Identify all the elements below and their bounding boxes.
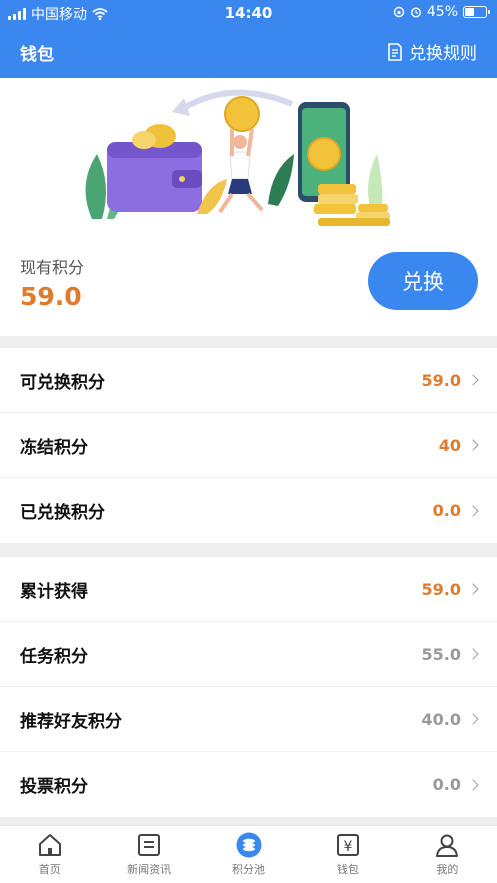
- row-label: 冻结积分: [20, 437, 88, 458]
- tab-profile[interactable]: 我的: [398, 826, 497, 883]
- row-label: 已兑换积分: [20, 503, 105, 523]
- home-icon: [38, 834, 61, 856]
- tab-wallet[interactable]: ¥ 钱包: [298, 826, 397, 883]
- svg-text:¥: ¥: [343, 839, 352, 855]
- status-right: 45%: [393, 4, 490, 20]
- tab-label: 新闻资讯: [127, 863, 172, 876]
- row-label: 可兑换积分: [20, 372, 105, 393]
- tab-home[interactable]: 首页: [0, 826, 99, 883]
- wallet-illustration: [85, 89, 390, 226]
- bottom-tab-bar: 首页 新闻资讯 积分池 ¥ 钱包 我的: [0, 825, 497, 883]
- list-item-referral-points[interactable]: 推荐好友积分 40.0: [0, 687, 497, 752]
- document-icon: [388, 42, 402, 61]
- exchange-rules-label: 兑换规则: [409, 44, 477, 64]
- chevron-right-icon: [467, 439, 479, 451]
- tab-label: 积分池: [232, 863, 266, 876]
- alarm-icon: [410, 7, 421, 18]
- row-value: 59.0: [421, 370, 461, 390]
- profile-icon: [436, 834, 459, 857]
- row-value: 55.0: [421, 644, 461, 664]
- row-value: 59.0: [421, 579, 461, 599]
- row-label: 累计获得: [20, 581, 88, 602]
- row-value: 0.0: [432, 501, 461, 520]
- row-label: 推荐好友积分: [20, 711, 122, 732]
- battery-icon: [463, 6, 490, 18]
- exchange-rules-button[interactable]: 兑换规则: [387, 39, 477, 64]
- list-item-exchanged[interactable]: 已兑换积分 0.0: [0, 478, 497, 543]
- nav-bar: 钱包 兑换规则: [0, 26, 497, 78]
- current-points-label: 现有积分: [20, 258, 85, 277]
- row-value: 40.0: [421, 709, 461, 729]
- tab-news[interactable]: 新闻资讯: [99, 826, 198, 883]
- exchange-button[interactable]: 兑换: [368, 252, 478, 310]
- tab-label: 钱包: [336, 863, 359, 876]
- tab-points-pool[interactable]: 积分池: [199, 826, 298, 883]
- points-pool-icon: [236, 832, 262, 858]
- list-item-frozen[interactable]: 冻结积分 40: [0, 413, 497, 478]
- chevron-right-icon: [467, 583, 479, 595]
- chevron-right-icon: [467, 648, 479, 660]
- status-bar: 中国移动 14:40 45%: [0, 0, 497, 26]
- rotation-lock-icon: [393, 6, 405, 18]
- row-label: 任务积分: [20, 646, 88, 667]
- list-item-task-points[interactable]: 任务积分 55.0: [0, 622, 497, 687]
- list-item-exchangeable[interactable]: 可兑换积分 59.0: [0, 348, 497, 413]
- tab-label: 首页: [38, 863, 61, 876]
- tab-label: 我的: [436, 863, 459, 876]
- battery-percent: 45%: [426, 4, 458, 20]
- wallet-icon: ¥: [336, 834, 359, 856]
- list-item-total-earned[interactable]: 累计获得 59.0: [0, 557, 497, 622]
- points-history-group: 累计获得 59.0 任务积分 55.0 推荐好友积分 40.0 投票积分 0.0: [0, 557, 497, 817]
- points-breakdown-group: 可兑换积分 59.0 冻结积分 40 已兑换积分 0.0: [0, 348, 497, 543]
- row-value: 40: [438, 435, 461, 455]
- chevron-right-icon: [467, 778, 479, 791]
- points-summary-card: 现有积分 59.0 兑换: [0, 78, 497, 336]
- chevron-right-icon: [467, 374, 479, 386]
- row-label: 投票积分: [20, 777, 88, 797]
- row-value: 0.0: [432, 775, 461, 794]
- current-points-value: 59.0: [20, 282, 82, 311]
- chevron-right-icon: [467, 713, 479, 725]
- news-icon: [138, 834, 161, 856]
- chevron-right-icon: [467, 504, 479, 517]
- list-item-vote-points[interactable]: 投票积分 0.0: [0, 752, 497, 817]
- page-title: 钱包: [20, 45, 54, 65]
